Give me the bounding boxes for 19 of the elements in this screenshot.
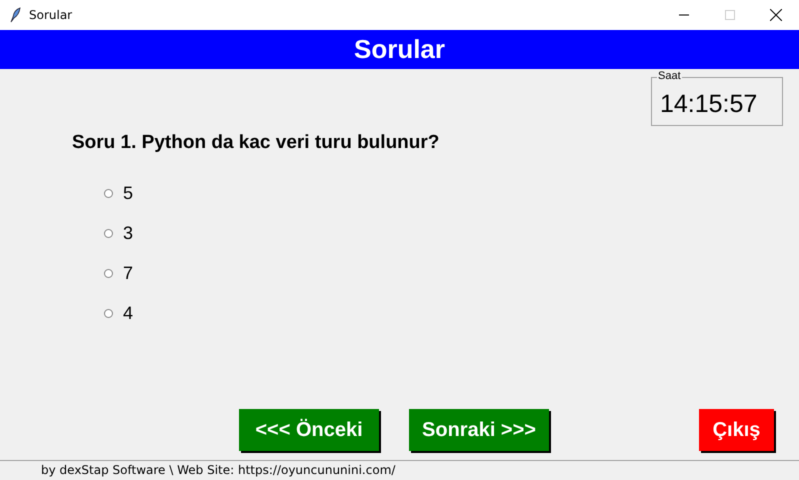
option-label[interactable]: 5	[123, 182, 134, 204]
clock-label: Saat	[657, 70, 682, 82]
radio-button[interactable]	[104, 308, 113, 318]
nav-button[interactable]: Sonraki >>>	[409, 409, 549, 451]
status-bar: by dexStap Software \ Web Site: https://oyuncununini.com/	[0, 460, 799, 480]
radio-button[interactable]	[104, 188, 113, 198]
nav-button[interactable]: Çıkış	[699, 409, 774, 451]
radio-button[interactable]	[104, 268, 113, 278]
header-title: Sorular	[0, 30, 799, 69]
close-icon[interactable]	[770, 9, 782, 21]
window-title: Sorular	[29, 8, 74, 22]
clock-time: 14:15:57	[660, 90, 758, 119]
nav-button[interactable]: <<< Önceki	[239, 409, 379, 451]
feather-icon	[9, 7, 21, 23]
option-label[interactable]: 7	[123, 262, 134, 284]
question-text: Soru 1. Python da kac veri turu bulunur?	[72, 132, 440, 154]
option-label[interactable]: 3	[123, 222, 134, 244]
radio-button[interactable]	[104, 228, 113, 238]
option-label[interactable]: 4	[123, 302, 134, 324]
